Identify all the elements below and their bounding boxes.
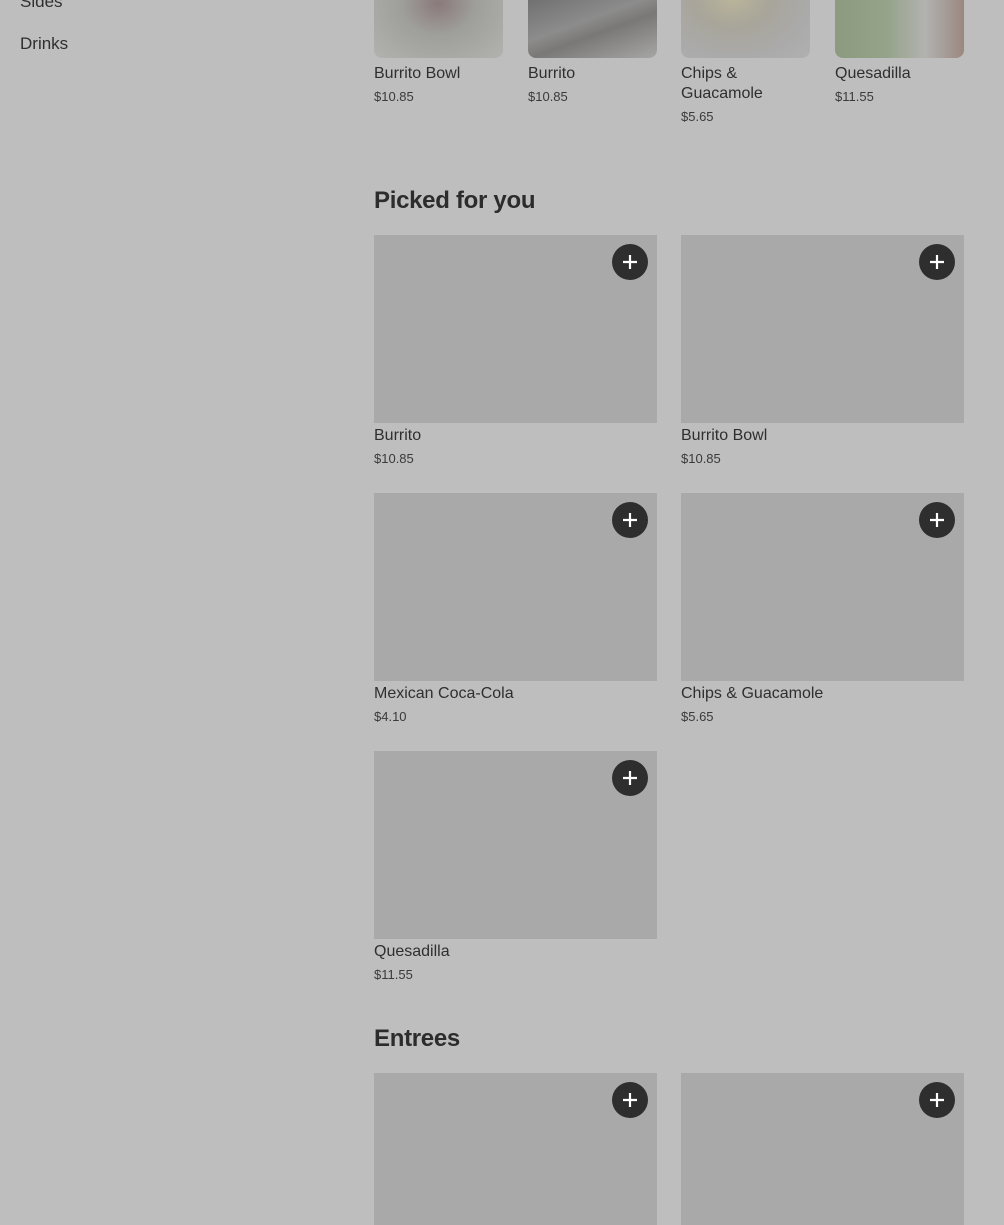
item-name: Mexican Coca-Cola bbox=[374, 685, 514, 702]
item-price: $4.10 bbox=[374, 709, 407, 724]
burrito-bowl-image bbox=[374, 0, 503, 58]
burrito-image bbox=[528, 0, 657, 58]
carousel-item-name: Chips & Guacamole bbox=[681, 65, 763, 102]
plus-icon bbox=[623, 255, 637, 269]
item-price: $11.55 bbox=[374, 967, 413, 982]
carousel-item-price: $10.85 bbox=[528, 89, 568, 104]
carousel-item-price: $5.65 bbox=[681, 109, 714, 124]
plus-icon bbox=[623, 513, 637, 527]
plus-icon bbox=[930, 255, 944, 269]
item-name: Burrito Bowl bbox=[681, 427, 768, 444]
carousel-item-name: Burrito bbox=[528, 65, 576, 82]
carousel-item-name: Quesadilla bbox=[835, 65, 911, 82]
item-name: Quesadilla bbox=[374, 943, 450, 960]
item-price: $5.65 bbox=[681, 709, 714, 724]
plus-icon bbox=[623, 1093, 637, 1107]
item-price: $10.85 bbox=[681, 451, 721, 466]
carousel-item-price: $10.85 bbox=[374, 89, 414, 104]
menu-page: Sides Drinks Burrito Bowl $10.85 Burrito… bbox=[0, 0, 1004, 1225]
sidebar-item-sides[interactable]: Sides bbox=[20, 0, 63, 12]
plus-icon bbox=[930, 1093, 944, 1107]
plus-icon bbox=[930, 513, 944, 527]
quesadilla-image bbox=[835, 0, 964, 58]
add-to-cart-button[interactable] bbox=[919, 1082, 955, 1118]
featured-carousel: Burrito Bowl $10.85 Burrito $10.85 Chips… bbox=[374, 0, 964, 140]
add-to-cart-button[interactable] bbox=[612, 1082, 648, 1118]
item-name: Chips & Guacamole bbox=[681, 685, 824, 702]
carousel-item-name: Burrito Bowl bbox=[374, 65, 461, 82]
carousel-item-price: $11.55 bbox=[835, 89, 874, 104]
add-to-cart-button[interactable] bbox=[612, 244, 648, 280]
sidebar-item-drinks[interactable]: Drinks bbox=[20, 34, 68, 54]
chips-guacamole-image bbox=[681, 0, 810, 58]
add-to-cart-button[interactable] bbox=[919, 502, 955, 538]
add-to-cart-button[interactable] bbox=[612, 502, 648, 538]
add-to-cart-button[interactable] bbox=[919, 244, 955, 280]
section-title-picked-for-you: Picked for you bbox=[374, 187, 536, 214]
section-title-entrees: Entrees bbox=[374, 1025, 460, 1052]
add-to-cart-button[interactable] bbox=[612, 760, 648, 796]
item-name: Burrito bbox=[374, 427, 422, 444]
item-price: $10.85 bbox=[374, 451, 414, 466]
plus-icon bbox=[623, 771, 637, 785]
